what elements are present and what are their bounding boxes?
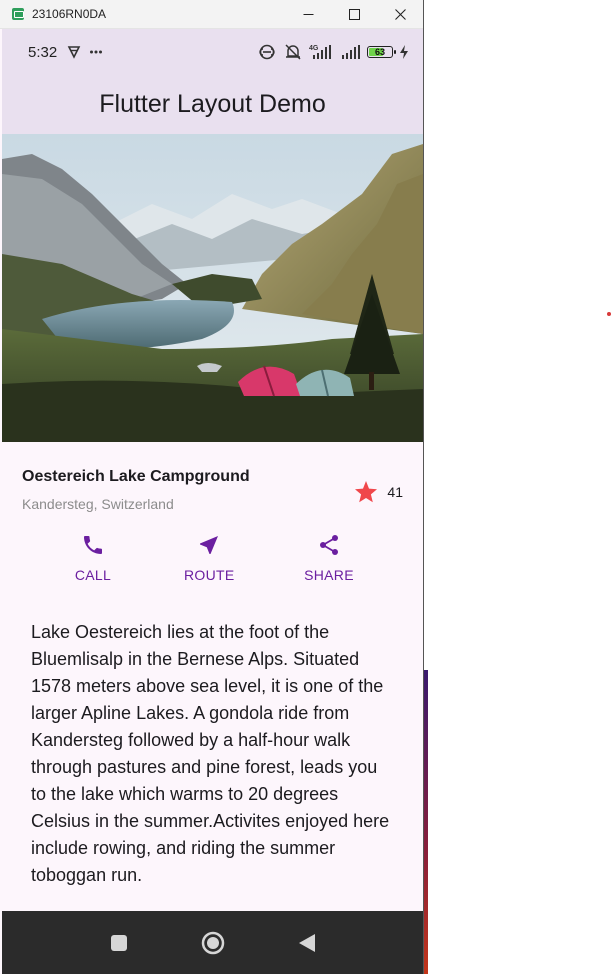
close-button[interactable]: [377, 0, 423, 28]
back-button[interactable]: [260, 911, 354, 974]
desktop-background: [424, 670, 428, 974]
close-icon: [394, 8, 406, 20]
favorite-count: 41: [387, 483, 403, 500]
svg-text:4G: 4G: [309, 45, 319, 52]
android-nav-bar: [2, 911, 423, 974]
lake-campground-image: [2, 134, 423, 442]
minimize-icon: [303, 13, 313, 15]
share-button[interactable]: SHARE: [235, 519, 424, 599]
battery-icon: 63: [367, 46, 396, 58]
signal-4g-icon: 4G: [309, 45, 331, 59]
recents-button[interactable]: [72, 911, 166, 974]
share-icon: [320, 535, 338, 555]
minimize-button[interactable]: [285, 0, 331, 28]
home-circle-icon: [201, 931, 224, 954]
call-button[interactable]: CALL: [2, 519, 184, 599]
desktop-marker: [607, 312, 611, 316]
place-name: Oestereich Lake Campground: [22, 468, 250, 485]
app-window-icon: [12, 8, 24, 20]
battery-level: 63: [374, 47, 385, 57]
title-section: Oestereich Lake Campground Kandersteg, S…: [2, 442, 423, 519]
favorite-widget[interactable]: 41: [354, 480, 403, 503]
more-dots-icon: [90, 50, 103, 54]
phone-icon: [84, 536, 102, 554]
window-titlebar[interactable]: 23106RN0DA: [0, 0, 423, 29]
vpn-shield-icon: [67, 46, 81, 59]
maximize-icon: [348, 8, 360, 20]
route-label: ROUTE: [184, 567, 235, 583]
star-icon[interactable]: [354, 480, 378, 503]
window-title: 23106RN0DA: [32, 7, 107, 21]
description-text: Lake Oestereich lies at the foot of the …: [31, 622, 390, 885]
maximize-button[interactable]: [331, 0, 377, 28]
button-section: CALL ROUTE SHARE: [2, 519, 423, 599]
home-button[interactable]: [166, 911, 260, 974]
share-label: SHARE: [304, 567, 354, 583]
signal-icon: [342, 45, 360, 59]
navigation-arrow-icon: [200, 536, 219, 554]
back-triangle-icon: [298, 933, 315, 952]
place-location: Kandersteg, Switzerland: [22, 496, 174, 512]
mute-icon: [285, 44, 301, 60]
app-bar: Flutter Layout Demo: [2, 75, 423, 134]
call-label: CALL: [74, 567, 112, 583]
link-icon: [259, 44, 275, 60]
charging-icon: [400, 45, 408, 59]
route-button[interactable]: ROUTE: [184, 519, 235, 599]
status-bar: 5:32 4G 63: [2, 29, 423, 75]
app-bar-title: Flutter Layout Demo: [99, 90, 326, 118]
status-time: 5:32: [28, 43, 58, 61]
emulator-window: 23106RN0DA 5:32 4G 63 Flutter Layout Dem…: [0, 0, 424, 974]
phone-screen: 5:32 4G 63 Flutter Layout Demo Oestereic…: [2, 29, 423, 974]
square-icon: [110, 934, 127, 951]
